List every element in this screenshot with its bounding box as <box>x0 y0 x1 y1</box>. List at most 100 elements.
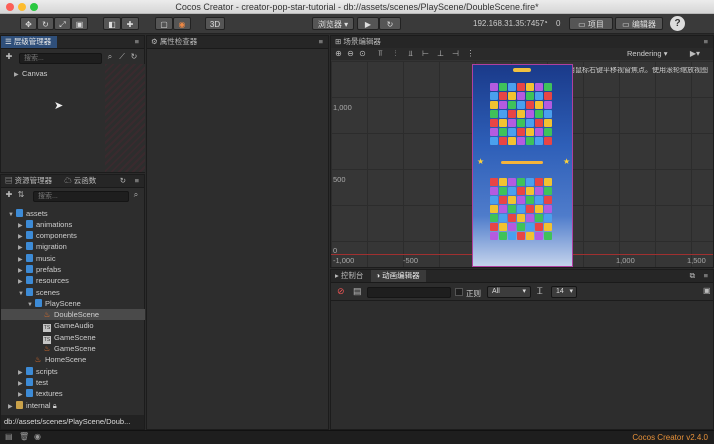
locate-icon[interactable]: ⟋ <box>117 51 127 63</box>
distribute-icon[interactable]: ⋮ <box>466 48 475 60</box>
tree-item-animations[interactable]: ▶ animations <box>18 219 72 230</box>
tab-console[interactable]: ▸ 控制台 <box>331 270 369 282</box>
tree-item-scenes[interactable]: ▼ scenes <box>18 287 60 298</box>
zoom-reset-icon[interactable]: ⊙ <box>358 48 367 60</box>
play-button[interactable]: ▶ <box>357 17 379 30</box>
font-size-select[interactable]: 14 ▾ <box>551 286 577 298</box>
open-log-icon[interactable]: ▤ <box>353 286 362 297</box>
star-tile <box>517 223 525 231</box>
tree-node-canvas[interactable]: ▶ Canvas <box>14 68 47 79</box>
trash-icon[interactable]: 🗑︎ <box>19 432 29 441</box>
star-tile <box>508 110 516 118</box>
tree-item-internal[interactable]: ▶ internal 🔒︎ <box>8 400 57 411</box>
align-right-icon[interactable]: ⊣ <box>451 48 460 60</box>
tree-item-gamescene-fire[interactable]: ♨ GameScene <box>43 343 96 354</box>
refresh-button[interactable]: ↻ <box>379 17 401 30</box>
scene-viewport[interactable]: 1,000 500 0 -1,000 -500 0 500 1,000 1,50… <box>331 61 713 267</box>
tree-item-doublescene[interactable]: ♨ DoubleScene <box>1 309 145 320</box>
folder-icon: ▭ <box>578 20 588 29</box>
select-rect-button[interactable]: ▢ <box>155 17 173 30</box>
camera-icon[interactable]: ▶▾ <box>687 48 703 60</box>
tree-item-assets[interactable]: ▼ assets <box>8 208 48 219</box>
zoom-window-button[interactable] <box>30 3 38 11</box>
console-filter-input[interactable] <box>367 287 451 298</box>
wifi-count: 0 <box>556 19 561 28</box>
collapse-arrow-icon: ▼ <box>8 212 14 218</box>
panel-menu-icon[interactable]: ≡ <box>135 36 139 48</box>
assets-tab-bar: ▤ 资源管理器 ☁ 云函数 ↻ ≡ <box>1 175 144 188</box>
tree-item-textures[interactable]: ▶ textures <box>18 388 63 399</box>
tree-item-prefabs[interactable]: ▶ prefabs <box>18 264 61 275</box>
help-icon[interactable]: ? <box>670 16 685 31</box>
tab-assets[interactable]: ▤ 资源管理器 <box>1 175 58 187</box>
tab-scene[interactable]: ⊞ 场景编辑器 <box>331 36 387 48</box>
star-tile <box>535 119 543 127</box>
add-asset-icon[interactable]: ✚ <box>4 189 14 201</box>
anchor-toggle-button[interactable]: ✚ <box>121 17 139 30</box>
editor-button[interactable]: ▭ 编辑器 <box>615 17 663 30</box>
project-button[interactable]: ▭ 项目 <box>569 17 613 30</box>
tree-item-playscene[interactable]: ▼ PlayScene <box>27 298 81 309</box>
rendering-select[interactable]: Rendering ▾ <box>627 48 667 60</box>
tree-item-components[interactable]: ▶ components <box>18 230 77 241</box>
tree-item-resources[interactable]: ▶ resources <box>18 275 69 286</box>
panel-menu-icon[interactable]: ≡ <box>704 36 708 48</box>
tab-hierarchy[interactable]: ☰ 层级管理器 <box>1 36 58 48</box>
log-level-select[interactable]: All ▾ <box>487 286 531 298</box>
align-bottom-icon[interactable]: ⫫ <box>406 48 415 60</box>
tab-inspector[interactable]: ⚙ 属性检查器 <box>147 36 203 48</box>
sort-icon[interactable]: ⇅ <box>16 189 26 201</box>
pivot-toggle-button[interactable]: ◧ <box>103 17 121 30</box>
ruler-x-1500: 1,500 <box>687 256 706 265</box>
folder-icon <box>26 288 33 296</box>
tab-cloud-functions[interactable]: ☁ 云函数 <box>60 175 102 187</box>
eye-icon[interactable]: ◉ <box>34 432 41 441</box>
align-left-icon[interactable]: ⊢ <box>421 48 430 60</box>
search-icon[interactable]: ⌕ <box>105 51 115 63</box>
move-tool-button[interactable]: ✥ <box>20 17 37 30</box>
rotate-tool-button[interactable]: ↻ <box>37 17 54 30</box>
tab-animation-editor[interactable]: ◑ 动画编辑器 <box>371 270 426 282</box>
lock-icon: 🔒︎ <box>52 401 57 410</box>
tree-item-gameaudio[interactable]: TS GameAudio <box>43 320 94 332</box>
panel-menu-icon[interactable]: ≡ <box>135 175 139 187</box>
popout-icon[interactable]: ⧉ <box>690 270 695 282</box>
hierarchy-search-input[interactable]: 搜索... <box>19 53 102 64</box>
star-tile <box>499 110 507 118</box>
scene-editor-panel: ⊞ 场景编辑器 ≡ ⊕ ⊖ ⊙ ⫪ ⫶ ⫫ ⊢ ⊥ ⊣ ⋮ Rendering … <box>330 35 714 268</box>
log-icon[interactable]: ▤ <box>5 432 13 441</box>
align-vcenter-icon[interactable]: ⫶ <box>391 48 400 60</box>
game-canvas-preview[interactable]: ★ ★ <box>472 64 573 267</box>
minimize-window-button[interactable] <box>18 3 26 11</box>
assets-search-input[interactable]: 搜索... <box>33 191 129 202</box>
align-top-icon[interactable]: ⫪ <box>376 48 385 60</box>
panel-menu-icon[interactable]: ≡ <box>704 270 708 282</box>
folder-icon <box>26 231 33 239</box>
zoom-in-icon[interactable]: ⊕ <box>334 48 343 60</box>
folder-icon <box>26 378 33 386</box>
tree-item-music[interactable]: ▶ music <box>18 253 56 264</box>
zoom-out-icon[interactable]: ⊖ <box>346 48 355 60</box>
rect-tool-button[interactable]: ▣ <box>71 17 88 30</box>
panel-menu-icon[interactable]: ≡ <box>319 36 323 48</box>
scale-tool-button[interactable]: ⤢ <box>54 17 71 30</box>
search-icon[interactable]: ⌕ <box>131 189 141 201</box>
tree-item-test[interactable]: ▶ test <box>18 377 48 388</box>
clear-console-icon[interactable]: ⊘ <box>337 286 345 297</box>
tree-item-gamescene-script[interactable]: TS GameScene <box>43 332 96 344</box>
tree-item-migration[interactable]: ▶ migration <box>18 241 67 252</box>
font-size-icon: Ꮖ <box>537 286 543 296</box>
refresh-icon[interactable]: ↻ <box>129 51 139 63</box>
add-node-icon[interactable]: ✚ <box>4 51 14 63</box>
regex-checkbox[interactable] <box>455 288 463 296</box>
tree-item-homescene[interactable]: ♨ HomeScene <box>34 354 87 365</box>
snap-toggle-button[interactable]: ◉ <box>173 17 191 30</box>
tree-item-scripts[interactable]: ▶ scripts <box>18 366 58 377</box>
mode-3d-button[interactable]: 3D <box>205 17 225 30</box>
align-hcenter-icon[interactable]: ⊥ <box>436 48 445 60</box>
star-tile <box>544 187 552 195</box>
refresh-icon[interactable]: ↻ <box>120 175 126 187</box>
close-window-button[interactable] <box>6 3 14 11</box>
collapse-icon[interactable]: ▣ <box>703 286 711 295</box>
browser-select[interactable]: 浏览器 ▾ <box>312 17 354 30</box>
